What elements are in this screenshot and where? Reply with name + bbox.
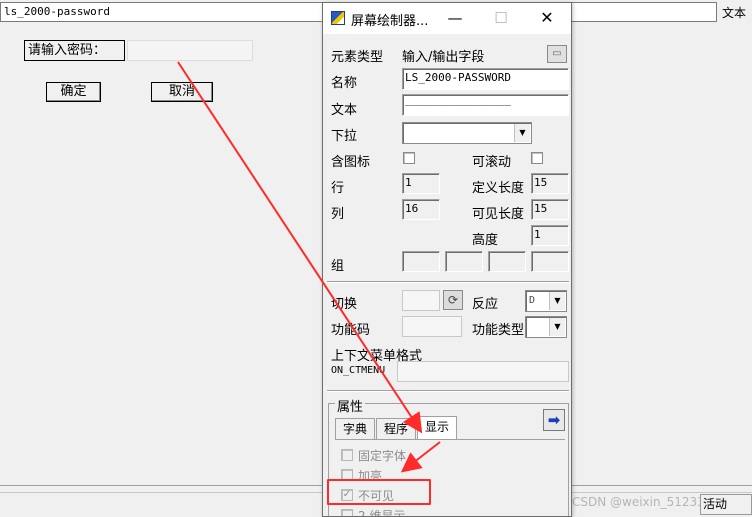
annotation-arrow-long — [177, 61, 423, 434]
annotation-arrow-short — [400, 441, 441, 473]
annotation-arrows — [177, 61, 441, 473]
